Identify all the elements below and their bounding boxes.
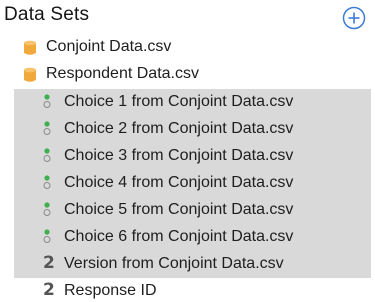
add-data-set-button[interactable] <box>342 6 366 30</box>
categorical-variable-icon <box>43 202 51 216</box>
database-cylinder-icon <box>24 40 36 55</box>
categorical-variable-icon <box>43 229 51 243</box>
file-name: Conjoint Data.csv <box>46 38 172 55</box>
variable-name: Choice 3 from Conjoint Data.csv <box>64 147 294 164</box>
data-sets-panel: Data Sets Conjoint Data.csv Respondent D… <box>0 0 375 302</box>
numeric-variable-icon: 2 <box>43 253 55 273</box>
variable-item[interactable]: Choice 6 from Conjoint Data.csv <box>14 224 371 251</box>
file-name: Respondent Data.csv <box>46 65 199 82</box>
database-cylinder-icon <box>24 67 36 82</box>
variable-name: Choice 4 from Conjoint Data.csv <box>64 174 294 191</box>
panel-header: Data Sets <box>0 0 375 36</box>
panel-title: Data Sets <box>4 4 90 25</box>
variable-item[interactable]: Choice 2 from Conjoint Data.csv <box>14 116 371 143</box>
variable-name: Version from Conjoint Data.csv <box>64 255 284 272</box>
categorical-variable-icon <box>43 175 51 189</box>
variable-item[interactable]: Choice 4 from Conjoint Data.csv <box>14 170 371 197</box>
variable-item[interactable]: Choice 3 from Conjoint Data.csv <box>14 143 371 170</box>
file-item-respondent-data[interactable]: Respondent Data.csv <box>0 61 375 88</box>
variable-item[interactable]: Choice 5 from Conjoint Data.csv <box>14 197 371 224</box>
variable-item[interactable]: Choice 1 from Conjoint Data.csv <box>14 89 371 116</box>
variable-name: Response ID <box>64 282 157 299</box>
variable-name: Choice 1 from Conjoint Data.csv <box>64 93 294 110</box>
variable-name: Choice 2 from Conjoint Data.csv <box>64 120 294 137</box>
variable-item[interactable]: 2 Response ID <box>0 278 375 302</box>
categorical-variable-icon <box>43 94 51 108</box>
plus-circle-icon <box>342 6 366 30</box>
categorical-variable-icon <box>43 148 51 162</box>
variable-name: Choice 5 from Conjoint Data.csv <box>64 201 294 218</box>
variable-name: Choice 6 from Conjoint Data.csv <box>64 228 294 245</box>
variable-item[interactable]: 2 Version from Conjoint Data.csv <box>14 251 371 278</box>
numeric-variable-icon: 2 <box>43 280 55 300</box>
file-item-conjoint-data[interactable]: Conjoint Data.csv <box>0 34 375 61</box>
categorical-variable-icon <box>43 121 51 135</box>
